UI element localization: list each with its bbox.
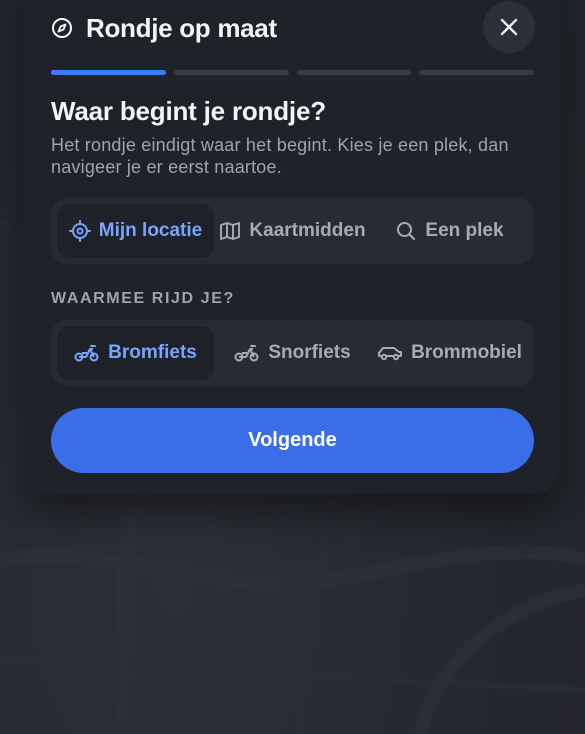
microcar-icon (377, 343, 403, 363)
option-label: Snorfiets (268, 342, 351, 363)
step-progress (51, 70, 534, 76)
option-label: Brommobiel (411, 342, 522, 363)
sheet-header: Rondje op maat (51, 8, 277, 48)
compass-icon (51, 17, 73, 39)
question-subtitle: Het rondje eindigt waar het begint. Kies… (51, 135, 509, 177)
option-label: Bromfiets (108, 342, 197, 363)
close-button[interactable] (483, 1, 535, 53)
option-brommobiel[interactable]: Brommobiel (371, 326, 528, 380)
option-snorfiets[interactable]: Snorfiets (214, 326, 371, 380)
option-my-location[interactable]: Mijn locatie (57, 204, 214, 258)
option-label: Mijn locatie (98, 220, 203, 241)
question-title: Waar begint je rondje? (51, 96, 326, 126)
progress-step-4 (419, 70, 534, 75)
option-label: Kaartmidden (249, 220, 366, 241)
option-bromfiets[interactable]: Bromfiets (57, 326, 214, 380)
option-map-center[interactable]: Kaartmidden (214, 204, 371, 258)
location-target-icon (68, 220, 91, 242)
progress-step-3 (296, 70, 412, 75)
vehicle-section-label: WAARMEE RIJD JE? (51, 290, 235, 307)
search-icon (395, 220, 417, 242)
start-location-selector: Mijn locatie Kaartmidden Een plek (51, 198, 534, 264)
close-icon (499, 17, 519, 37)
option-label: Een plek (425, 220, 504, 241)
progress-step-1 (51, 70, 166, 75)
scooter-icon (234, 343, 260, 363)
vehicle-selector: Bromfiets Snorfiets Brommobiel (51, 320, 534, 386)
next-button[interactable]: Volgende (51, 408, 534, 473)
progress-step-2 (173, 70, 289, 75)
map-icon (219, 220, 241, 242)
page-title: Rondje op maat (86, 12, 277, 43)
option-a-place[interactable]: Een plek (371, 204, 528, 258)
moped-icon (74, 343, 100, 363)
